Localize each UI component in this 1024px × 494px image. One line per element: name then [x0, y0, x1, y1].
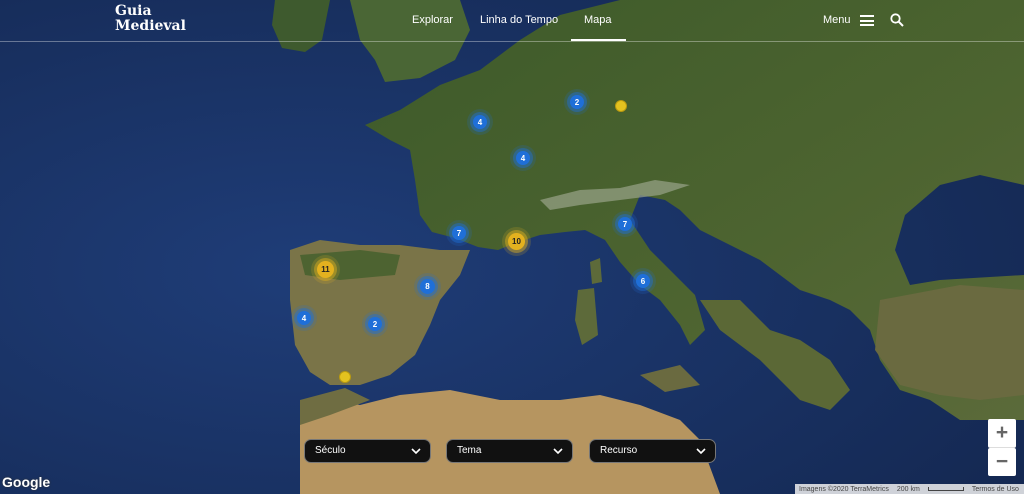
theme-filter-dropdown[interactable]: Tema: [446, 439, 573, 463]
resource-filter-label: Recurso: [600, 445, 638, 456]
scale-bar: [927, 487, 964, 491]
theme-filter-label: Tema: [457, 445, 482, 456]
map-cluster-marker[interactable]: 6: [636, 274, 650, 288]
map-cluster-marker[interactable]: 4: [297, 311, 311, 325]
logo-line-1: Guia: [115, 3, 152, 19]
map-cluster-marker[interactable]: 2: [368, 317, 382, 331]
resource-filter-dropdown[interactable]: Recurso: [589, 439, 716, 463]
zoom-in-button[interactable]: +: [988, 419, 1016, 448]
map-cluster-marker[interactable]: 11: [317, 261, 334, 278]
century-filter-dropdown[interactable]: Século: [304, 439, 431, 463]
map-cluster-marker[interactable]: 7: [618, 217, 632, 231]
century-filter-label: Século: [315, 445, 346, 456]
chevron-down-icon: [696, 448, 706, 455]
map-cluster-marker[interactable]: 10: [508, 233, 525, 250]
scale-label: 200 km: [896, 485, 920, 493]
site-logo[interactable]: Guia Medieval: [115, 4, 186, 34]
search-icon[interactable]: [890, 13, 904, 27]
imagery-attribution: Imagens ©2020 TerraMetrics: [799, 485, 889, 493]
google-logo: Google: [2, 474, 51, 490]
zoom-out-button[interactable]: −: [988, 448, 1016, 476]
map-cluster-marker[interactable]: 4: [516, 151, 530, 165]
nav-explore[interactable]: Explorar: [412, 14, 453, 26]
hamburger-icon[interactable]: [860, 15, 874, 26]
nav-map[interactable]: Mapa: [571, 14, 625, 41]
map-location-marker[interactable]: [615, 100, 627, 112]
chevron-down-icon: [553, 448, 563, 455]
map-cluster-marker[interactable]: 7: [452, 226, 466, 240]
map-location-marker[interactable]: [339, 371, 351, 383]
terms-link[interactable]: Termos de Uso: [972, 486, 1019, 493]
map-attribution-bar: Imagens ©2020 TerraMetrics 200 km Termos…: [795, 484, 1024, 494]
map-cluster-marker[interactable]: 4: [473, 115, 487, 129]
map-cluster-marker[interactable]: 2: [570, 95, 584, 109]
chevron-down-icon: [411, 448, 421, 455]
logo-line-2: Medieval: [115, 18, 186, 34]
map-cluster-marker[interactable]: 8: [420, 279, 435, 294]
menu-label[interactable]: Menu: [823, 14, 851, 26]
nav-timeline[interactable]: Linha do Tempo: [480, 14, 558, 26]
